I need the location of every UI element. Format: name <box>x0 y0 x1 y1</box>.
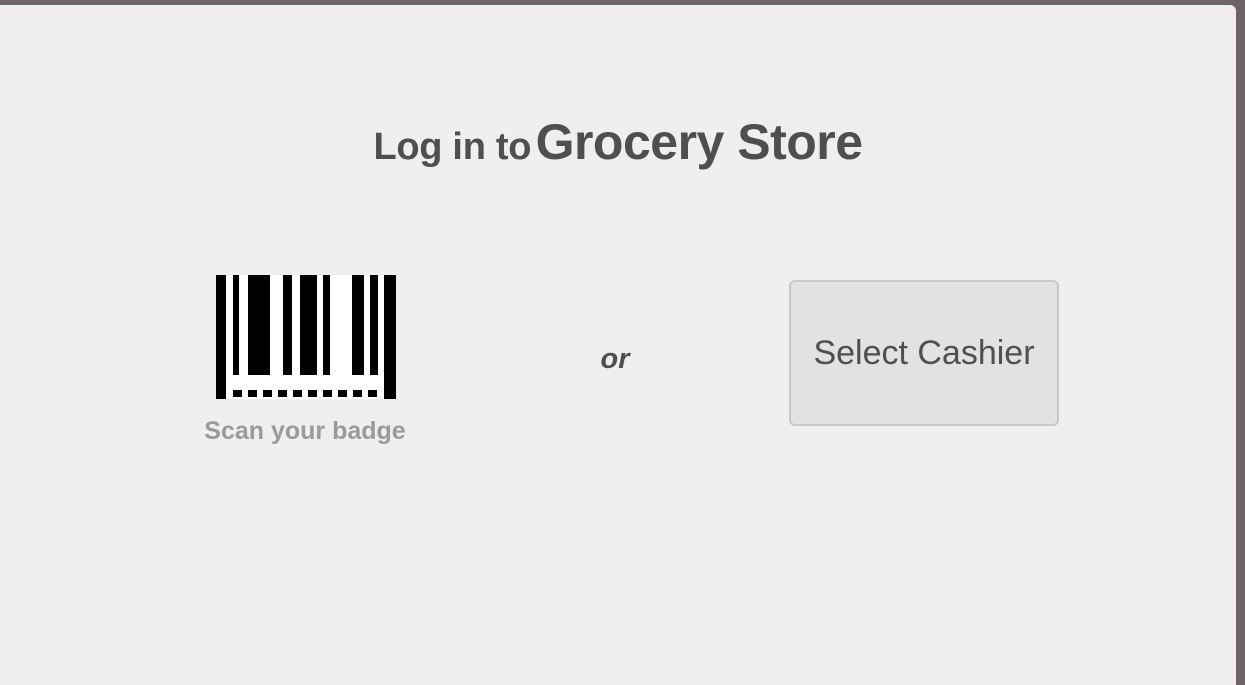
barcode-icon <box>216 275 396 399</box>
select-cashier-button[interactable]: Select Cashier <box>789 280 1059 426</box>
or-separator: or <box>600 343 630 375</box>
scan-badge-area: Scan your badge <box>190 275 420 455</box>
store-name: Grocery Store <box>535 114 863 170</box>
login-card: Log in to Grocery Store Scan your badge … <box>0 5 1236 685</box>
page-title: Log in to Grocery Store <box>0 113 1236 171</box>
scan-badge-label: Scan your badge <box>204 417 406 445</box>
title-prefix: Log in to <box>373 126 532 168</box>
